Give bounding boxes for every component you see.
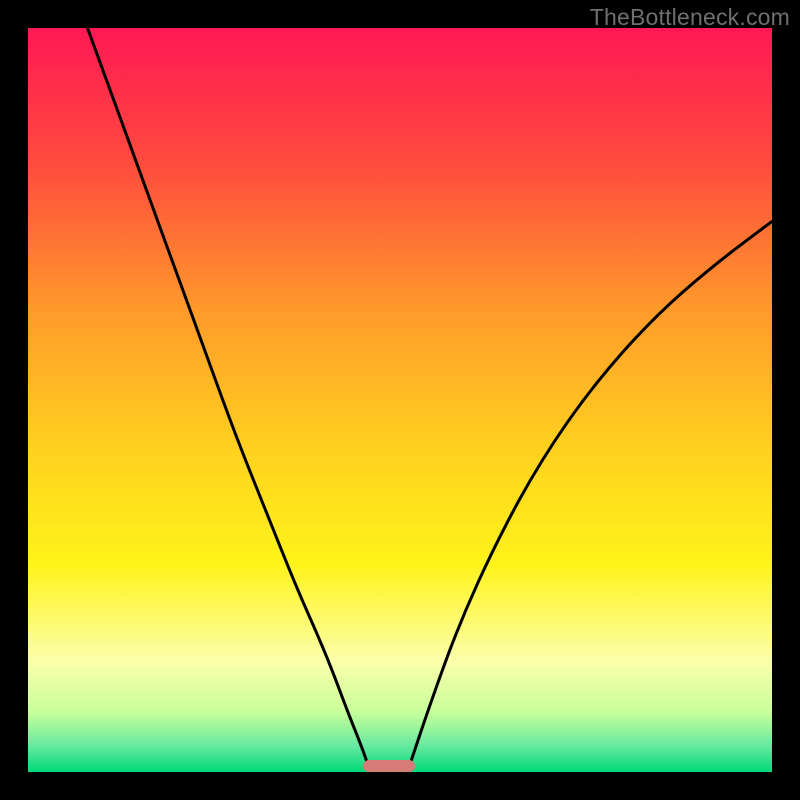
curve-left-branch bbox=[88, 28, 371, 772]
chart-frame: TheBottleneck.com bbox=[0, 0, 800, 800]
curve-right-branch bbox=[407, 221, 772, 772]
plot-area bbox=[28, 28, 772, 772]
optimal-marker bbox=[363, 760, 415, 772]
watermark-text: TheBottleneck.com bbox=[590, 4, 790, 31]
bottleneck-curve bbox=[28, 28, 772, 772]
